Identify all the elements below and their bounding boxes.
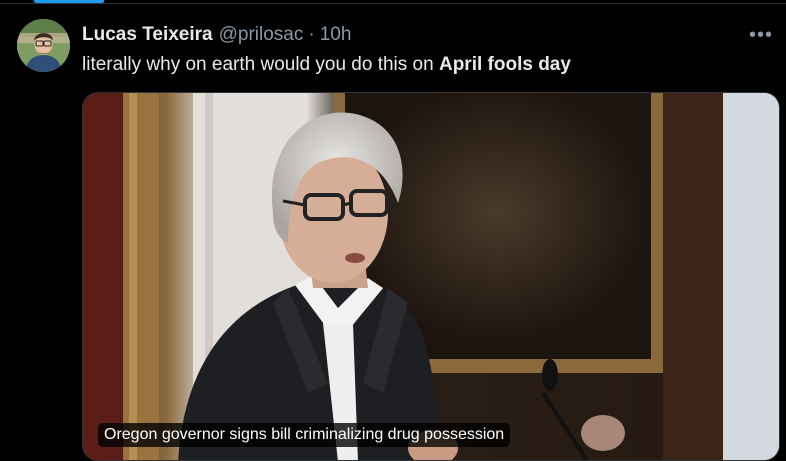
tweet-text-bold: April fools day	[438, 54, 571, 75]
separator-dot: ·	[308, 24, 315, 45]
timestamp[interactable]: 10h	[320, 24, 352, 46]
author-handle[interactable]: @prilosac	[219, 24, 304, 46]
tweet-media[interactable]: Oregon governor signs bill criminalizing…	[82, 92, 780, 461]
more-options-button[interactable]: •••	[746, 23, 776, 47]
tweet[interactable]: Lucas Teixeira @prilosac · 10h ••• liter…	[0, 4, 786, 461]
author-name[interactable]: Lucas Teixeira	[82, 24, 213, 46]
avatar[interactable]	[17, 19, 70, 72]
tweet-header: Lucas Teixeira @prilosac · 10h	[82, 23, 351, 47]
more-horizontal-icon: •••	[748, 23, 773, 46]
tweet-text-prefix: literally why on earth would you do this…	[82, 54, 439, 75]
media-caption: Oregon governor signs bill criminalizing…	[98, 423, 511, 447]
media-image	[83, 93, 779, 460]
tweet-text: literally why on earth would you do this…	[82, 54, 571, 76]
